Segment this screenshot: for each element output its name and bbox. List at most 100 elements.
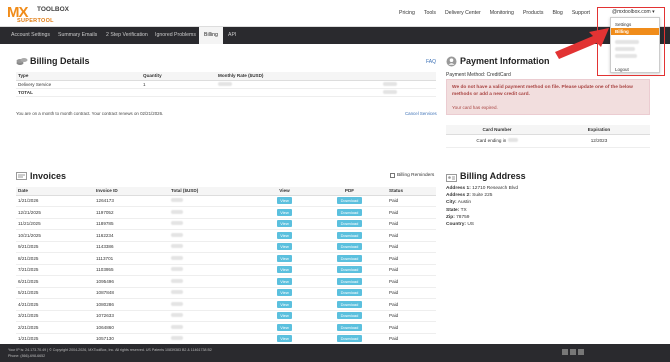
cell-total xyxy=(169,241,257,253)
nav-products[interactable]: Products xyxy=(523,10,543,16)
cell-pdf: Download xyxy=(312,287,387,299)
table-row[interactable]: Card ending in 12/2023 xyxy=(446,134,650,148)
download-pdf-button[interactable]: Download xyxy=(336,335,363,343)
cell-total-label: TOTAL xyxy=(16,88,141,97)
cell-status: Paid xyxy=(387,252,436,265)
view-invoice-button[interactable]: View xyxy=(277,289,292,297)
cell-total xyxy=(169,229,257,242)
cell-status: Paid xyxy=(387,218,436,230)
nav-tools[interactable]: Tools xyxy=(424,10,436,16)
view-invoice-button[interactable]: View xyxy=(277,277,292,285)
nav-support[interactable]: Support xyxy=(572,10,590,16)
cancel-services-link[interactable]: Cancel Services xyxy=(405,111,437,116)
cell-invoice-id: 1143386 xyxy=(94,241,169,253)
col-card-number: Card Number xyxy=(446,125,548,135)
coins-icon xyxy=(16,58,28,65)
cell-pdf: Download xyxy=(312,241,387,253)
cell-view: View xyxy=(257,264,312,276)
tab-ignored-problems[interactable]: Ignored Problems xyxy=(150,27,201,44)
address-line: State: TX xyxy=(446,207,467,213)
cell-view: View xyxy=(257,275,312,288)
download-pdf-button[interactable]: Download xyxy=(336,243,363,251)
tab-account-settings[interactable]: Account Settings xyxy=(6,27,55,44)
linkedin-icon[interactable] xyxy=(578,349,584,355)
download-pdf-button[interactable]: Download xyxy=(336,208,363,216)
cell-invoice-id: 1095496 xyxy=(94,275,169,288)
cell-status: Paid xyxy=(387,287,436,299)
view-invoice-button[interactable]: View xyxy=(277,266,292,274)
cell-total xyxy=(169,275,257,288)
cell-view: View xyxy=(257,287,312,299)
billing-address-details: Address 1: 12710 Research Blvd Address 2… xyxy=(446,185,518,228)
tab-summary-emails[interactable]: Summary Emails xyxy=(53,27,102,44)
download-pdf-button[interactable]: Download xyxy=(336,312,363,320)
cell-view: View xyxy=(257,310,312,322)
cell-view: View xyxy=(257,229,312,242)
cell-status: Paid xyxy=(387,241,436,253)
cell-view: View xyxy=(257,252,312,265)
download-pdf-button[interactable]: Download xyxy=(336,323,363,331)
view-invoice-button[interactable]: View xyxy=(277,254,292,262)
cell-date: 3/21/2025 xyxy=(16,310,94,322)
view-invoice-button[interactable]: View xyxy=(277,323,292,331)
nav-pricing[interactable]: Pricing xyxy=(399,10,415,16)
view-invoice-button[interactable]: View xyxy=(277,208,292,216)
nav-delivery-center[interactable]: Delivery Center xyxy=(445,10,481,16)
cell-date: 1/21/2026 xyxy=(16,195,94,207)
tab-2-step-verification[interactable]: 2 Step Verification xyxy=(101,27,153,44)
col-total: Total ($USD) xyxy=(169,187,257,196)
cell-total-amount xyxy=(381,88,436,97)
download-pdf-button[interactable]: Download xyxy=(336,300,363,308)
col-monthly-rate: Monthly Rate ($USD) xyxy=(216,72,381,81)
invoices-title: Invoices xyxy=(30,171,67,181)
table-row-total: TOTAL xyxy=(16,88,436,97)
invoices-body: 1/21/2026 1264173 View Download Paid 12/21/20… xyxy=(16,195,436,345)
billing-reminders-checkbox[interactable] xyxy=(390,173,395,178)
billing-details-title: Billing Details xyxy=(30,56,90,66)
payment-alert: We do not have a valid payment method on… xyxy=(446,79,650,115)
download-pdf-button[interactable]: Download xyxy=(336,197,363,205)
mxtoolbox-logo[interactable]: MX TOOLBOX SUPERTOOL xyxy=(7,4,77,24)
tab-api[interactable]: API xyxy=(223,27,241,44)
download-pdf-button[interactable]: Download xyxy=(336,220,363,228)
cell-view: View xyxy=(257,333,312,345)
cell-invoice-id: 1103955 xyxy=(94,264,169,276)
cell-status: Paid xyxy=(387,229,436,242)
nav-monitoring[interactable]: Monitoring xyxy=(490,10,514,16)
cell-status: Paid xyxy=(387,298,436,311)
download-pdf-button[interactable]: Download xyxy=(336,231,363,239)
view-invoice-button[interactable]: View xyxy=(277,197,292,205)
view-invoice-button[interactable]: View xyxy=(277,300,292,308)
cell-total xyxy=(169,321,257,334)
top-nav: Pricing Tools Delivery Center Monitoring… xyxy=(399,10,590,16)
download-pdf-button[interactable]: Download xyxy=(336,277,363,285)
nav-blog[interactable]: Blog xyxy=(552,10,562,16)
cell-view: View xyxy=(257,298,312,311)
cell-total xyxy=(169,218,257,230)
download-pdf-button[interactable]: Download xyxy=(336,266,363,274)
address-card-icon xyxy=(446,174,457,182)
tab-billing[interactable]: Billing xyxy=(199,27,223,44)
card-table: Card Number Expiration Card ending in 12… xyxy=(446,125,650,148)
card-expired-message: Your card has expired. xyxy=(452,105,498,110)
contract-note: You are on a month to month contract. Yo… xyxy=(16,111,164,116)
view-invoice-button[interactable]: View xyxy=(277,220,292,228)
address-line: Address 1: 12710 Research Blvd xyxy=(446,186,519,191)
facebook-icon[interactable] xyxy=(562,349,568,355)
download-pdf-button[interactable]: Download xyxy=(336,289,363,297)
view-invoice-button[interactable]: View xyxy=(277,335,292,343)
billing-reminders-toggle[interactable]: Billing Reminders xyxy=(390,173,434,178)
table-row: 11/21/2025 1189785 View Download Paid xyxy=(16,218,436,230)
twitter-icon[interactable] xyxy=(570,349,576,355)
faq-link[interactable]: FAQ xyxy=(426,59,436,65)
table-row: 6/21/2025 1095496 View Download Paid xyxy=(16,275,436,288)
cell-view: View xyxy=(257,321,312,334)
footer-copyright: Your IP is: 24.173.70.49 | © Copyright 2… xyxy=(8,348,212,352)
payment-alert-message: We do not have a valid payment method on… xyxy=(452,85,633,97)
download-pdf-button[interactable]: Download xyxy=(336,254,363,262)
view-invoice-button[interactable]: View xyxy=(277,231,292,239)
col-pdf: PDF xyxy=(312,187,387,196)
cell-status: Paid xyxy=(387,333,436,345)
view-invoice-button[interactable]: View xyxy=(277,312,292,320)
view-invoice-button[interactable]: View xyxy=(277,243,292,251)
